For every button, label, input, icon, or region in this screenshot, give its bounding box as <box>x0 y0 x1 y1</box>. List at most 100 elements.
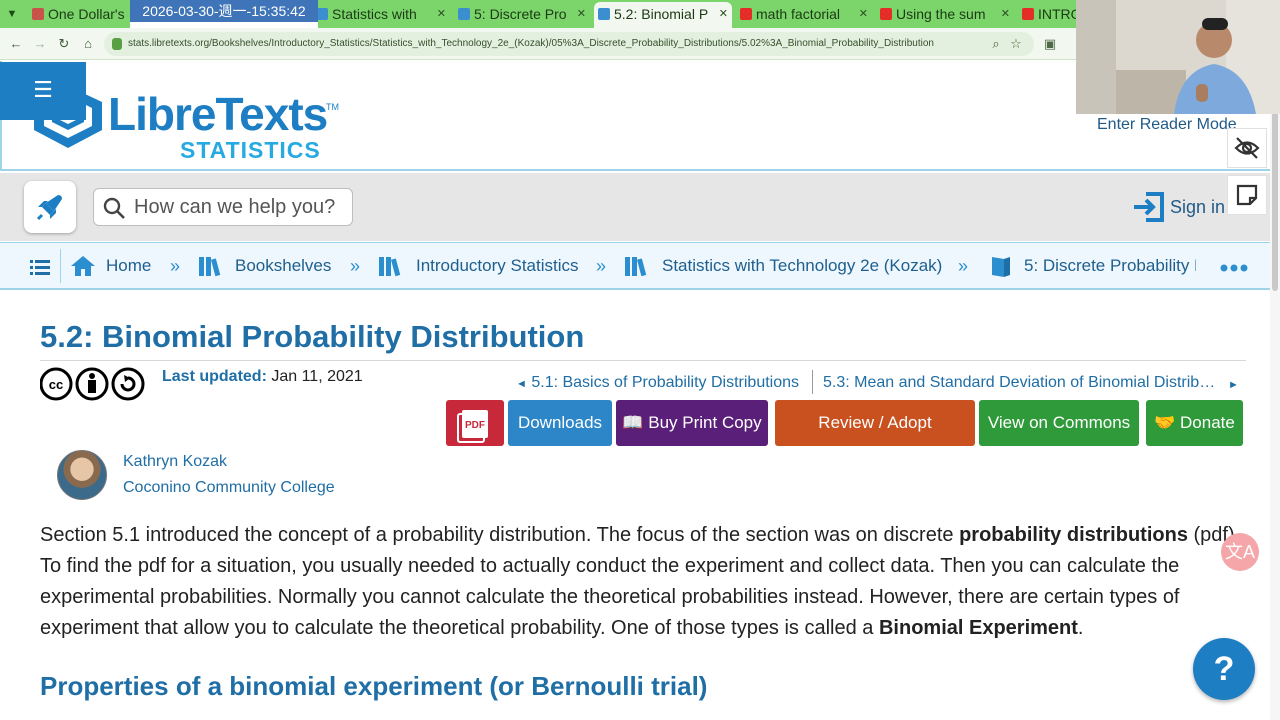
tab-favicon-icon <box>458 8 470 20</box>
forward-icon[interactable]: → <box>32 36 48 52</box>
books-icon <box>199 257 221 277</box>
sign-in-icon <box>1134 192 1164 222</box>
search-input[interactable]: How can we help you? <box>93 188 353 226</box>
prev-page-link[interactable]: ◄ 5.1: Basics of Probability Distributio… <box>516 374 799 393</box>
tab-label: 5.2: Binomial P <box>614 6 709 22</box>
browser-tab[interactable]: math factorial ✕ <box>736 3 872 25</box>
creative-commons-license-icon[interactable]: cc <box>40 367 148 401</box>
browser-tab[interactable]: INTRO <box>1018 3 1078 25</box>
next-page-link[interactable]: 5.3: Mean and Standard Deviation of Bino… <box>823 374 1223 392</box>
last-updated-date: Jan 11, 2021 <box>271 368 363 385</box>
next-arrow-icon[interactable]: ► <box>1228 376 1239 394</box>
hamburger-icon: ☰ <box>33 77 53 102</box>
breadcrumb-label: Statistics with Technology 2e (Kozak) <box>662 256 943 275</box>
svg-text:PDF: PDF <box>465 420 485 431</box>
sign-in-label: Sign in <box>1170 197 1226 217</box>
rocket-icon <box>36 195 62 221</box>
home-icon[interactable]: ⌂ <box>80 36 96 52</box>
browser-tab-active[interactable]: 5.2: Binomial P ✕ <box>594 2 732 28</box>
tab-label: 5: Discrete Pro <box>474 6 567 22</box>
books-icon <box>379 257 401 277</box>
author-name-link[interactable]: Kathryn Kozak <box>123 452 227 472</box>
search-icon <box>103 197 125 219</box>
extension-icon[interactable]: ▣ <box>1042 36 1058 52</box>
logo-wordmark[interactable]: LibreTexts <box>108 88 328 140</box>
pdf-icon: PDF <box>457 410 488 443</box>
address-bar[interactable]: stats.libretexts.org/Bookshelves/Introdu… <box>104 32 1034 56</box>
reader-mode-link[interactable]: Enter Reader Mode <box>1097 116 1237 134</box>
clock-overlay: 2026-03-30-週一-15:35:42 <box>130 0 318 28</box>
prev-arrow-icon: ◄ <box>516 378 527 390</box>
intro-bold-term: Binomial Experiment <box>878 617 1078 639</box>
search-placeholder: How can we help you? <box>134 196 336 218</box>
title-divider <box>40 360 1246 361</box>
breadcrumb-label: Bookshelves <box>235 256 332 275</box>
reload-icon[interactable]: ↻ <box>56 36 72 52</box>
nav-divider <box>812 370 813 394</box>
zoom-icon[interactable]: ⌕ <box>988 36 1004 52</box>
help-button[interactable]: ? <box>1193 638 1255 700</box>
vertical-scrollbar[interactable] <box>1270 61 1280 720</box>
breadcrumb-bookshelves[interactable]: Bookshelves <box>198 255 331 277</box>
tab-label: INTRO <box>1038 6 1078 22</box>
author-avatar <box>57 450 107 500</box>
tab-close-icon[interactable]: ✕ <box>577 3 586 25</box>
svg-text:cc: cc <box>49 377 63 392</box>
tab-list-dropdown-icon[interactable]: ▼ <box>4 6 20 22</box>
rocket-button[interactable] <box>24 181 76 233</box>
youtube-favicon-icon <box>1022 8 1034 20</box>
browser-tab[interactable]: Using the sum ✕ <box>876 3 1014 25</box>
print-label: Buy Print Copy <box>648 413 762 432</box>
home-icon <box>71 256 95 276</box>
book-open-icon: 📖 <box>622 413 644 432</box>
prev-page-label: 5.1: Basics of Probability Distributions <box>531 374 800 391</box>
hide-icon[interactable] <box>1227 128 1267 168</box>
breadcrumb-home[interactable]: Home <box>70 255 151 277</box>
buy-print-copy-button[interactable]: 📖 Buy Print Copy <box>616 400 768 446</box>
breadcrumb-separator: » <box>350 256 361 276</box>
list-menu-icon[interactable] <box>30 259 50 275</box>
breadcrumb-chapter-5[interactable]: 5: Discrete Probability D <box>990 255 1196 277</box>
tab-close-icon[interactable]: ✕ <box>1001 3 1010 25</box>
tab-favicon-icon <box>32 8 44 20</box>
more-icon[interactable] <box>1220 263 1248 273</box>
browser-tab[interactable]: 5: Discrete Pro ✕ <box>454 3 590 25</box>
logo-trademark: TM <box>326 102 339 112</box>
browser-tab[interactable]: Statistics with ✕ <box>312 3 450 25</box>
tab-close-icon[interactable]: ✕ <box>859 3 868 25</box>
breadcrumb-label: 5: Discrete Probability D <box>1024 256 1196 275</box>
downloads-label: Downloads <box>517 413 603 432</box>
breadcrumb-separator: » <box>958 256 969 276</box>
downloads-button[interactable]: Downloads <box>508 400 612 446</box>
author-org-link[interactable]: Coconino Community College <box>123 478 335 498</box>
translate-icon[interactable]: 文A <box>1221 533 1259 571</box>
books-icon <box>625 257 647 277</box>
breadcrumb: Home » Bookshelves » Introductory Statis… <box>0 242 1270 290</box>
tab-close-icon[interactable]: ✕ <box>719 2 728 26</box>
view-on-commons-button[interactable]: View on Commons <box>979 400 1139 446</box>
breadcrumb-statistics-with-technology[interactable]: Statistics with Technology 2e (Kozak) <box>624 255 942 277</box>
next-page-label: 5.3: Mean and Standard Deviation of Bino… <box>823 374 1216 391</box>
tab-label: One Dollar's <box>48 6 125 22</box>
tab-close-icon[interactable]: ✕ <box>437 3 446 25</box>
bookmark-star-icon[interactable]: ☆ <box>1008 36 1024 52</box>
sign-in-button[interactable]: Sign in <box>1132 190 1225 224</box>
main-menu-button[interactable]: ☰ <box>0 62 86 120</box>
review-adopt-button[interactable]: Review / Adopt <box>775 400 975 446</box>
donate-button[interactable]: 🤝 Donate <box>1146 400 1243 446</box>
page-title: 5.2: Binomial Probability Distribution <box>40 319 585 354</box>
youtube-favicon-icon <box>880 8 892 20</box>
breadcrumb-separator: » <box>170 256 181 276</box>
breadcrumb-label: Introductory Statistics <box>416 256 579 275</box>
book-icon <box>992 257 1010 277</box>
pdf-button[interactable]: PDF <box>446 400 504 446</box>
back-icon[interactable]: ← <box>8 36 24 52</box>
intro-bold-term: probability distributions <box>959 524 1188 546</box>
sticky-note-icon[interactable] <box>1227 175 1267 215</box>
last-updated-label: Last updated: <box>162 368 267 385</box>
breadcrumb-label: Home <box>106 256 152 275</box>
breadcrumb-introductory-statistics[interactable]: Introductory Statistics <box>378 255 579 277</box>
browser-tab[interactable]: One Dollar's <box>28 3 128 25</box>
intro-paragraph: Section 5.1 introduced the concept of a … <box>40 520 1250 644</box>
breadcrumb-separator: » <box>596 256 607 276</box>
